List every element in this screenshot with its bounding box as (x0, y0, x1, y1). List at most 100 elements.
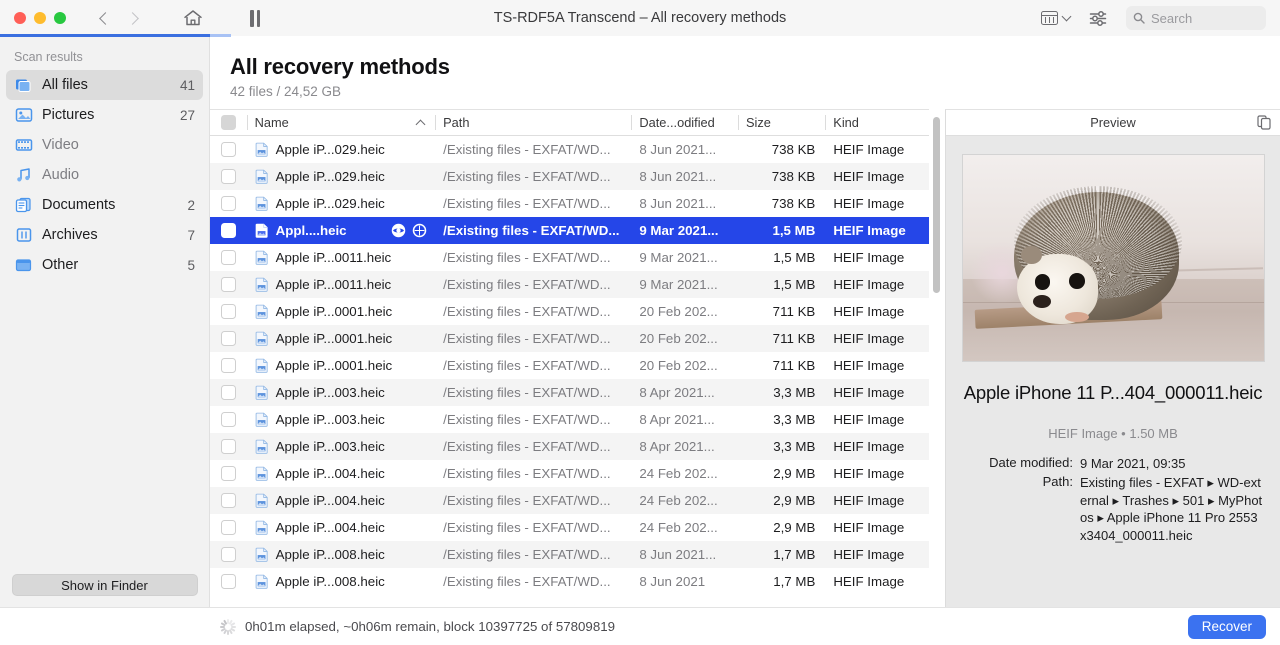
search-placeholder: Search (1151, 10, 1193, 26)
row-actions (383, 223, 427, 238)
minimize-button[interactable] (34, 12, 46, 24)
cell-size: 711 KB (772, 358, 816, 373)
table-row[interactable]: Apple iP...029.heic/Existing files - EXF… (210, 136, 929, 163)
sidebar-item-all-files[interactable]: All files 41 (6, 70, 203, 100)
view-options-button[interactable] (1033, 5, 1078, 31)
cell-date-modified: 20 Feb 202... (639, 331, 718, 346)
table-row[interactable]: Apple iP...0001.heic/Existing files - EX… (210, 352, 929, 379)
cell-date-modified: 8 Jun 2021 (639, 574, 706, 589)
checkbox-icon (220, 547, 236, 562)
column-header-date-modified[interactable]: Date...odified (631, 110, 738, 135)
file-name: Apple iP...004.heic (275, 466, 385, 481)
sidebar-item-video[interactable]: Video (6, 130, 203, 160)
target-icon[interactable] (412, 223, 427, 238)
row-checkbox[interactable] (210, 493, 247, 508)
table-row[interactable]: Apple iP...029.heic/Existing files - EXF… (210, 163, 929, 190)
filters-button[interactable] (1078, 5, 1118, 31)
column-label: Path (443, 115, 470, 130)
cell-date-modified: 20 Feb 202... (639, 304, 718, 319)
sidebar-item-other[interactable]: Other 5 (6, 250, 203, 280)
cell-kind: HEIF Image (833, 142, 905, 157)
close-button[interactable] (14, 12, 26, 24)
table-row[interactable]: Appl....heic /Existing files - EXFAT/WD.… (210, 217, 929, 244)
table-row[interactable]: Apple iP...008.heic/Existing files - EXF… (210, 541, 929, 568)
table-row[interactable]: Apple iP...0001.heic/Existing files - EX… (210, 325, 929, 352)
show-in-finder-button[interactable]: Show in Finder (11, 574, 198, 596)
cell-date-modified: 9 Mar 2021... (639, 223, 719, 238)
cell-size: 2,9 MB (773, 493, 816, 508)
back-button[interactable] (90, 5, 118, 31)
heif-file-icon (255, 277, 268, 292)
checkbox-icon (220, 439, 236, 454)
file-name: Apple iP...004.heic (275, 493, 385, 508)
recover-button[interactable]: Recover (1187, 614, 1266, 639)
row-checkbox[interactable] (210, 574, 247, 589)
table-row[interactable]: Apple iP...0011.heic/Existing files - EX… (210, 244, 929, 271)
cell-kind: HEIF Image (833, 412, 905, 427)
cell-date-modified: 8 Jun 2021... (639, 169, 717, 184)
sidebar-item-pictures[interactable]: Pictures 27 (6, 100, 203, 130)
row-checkbox[interactable] (210, 547, 247, 562)
table-row[interactable]: Apple iP...003.heic/Existing files - EXF… (210, 433, 929, 460)
cell-kind: HEIF Image (833, 466, 905, 481)
row-checkbox[interactable] (210, 277, 247, 292)
cell-name: Apple iP...003.heic (247, 385, 436, 400)
heif-file-icon (255, 142, 268, 157)
maximize-button[interactable] (54, 12, 66, 24)
cell-size: 738 KB (771, 142, 816, 157)
search-field[interactable]: Search (1126, 6, 1266, 30)
table-row[interactable]: Apple iP...004.heic/Existing files - EXF… (210, 460, 929, 487)
sidebar-item-documents[interactable]: Documents 2 (6, 190, 203, 220)
row-checkbox[interactable] (210, 520, 247, 535)
cell-path: /Existing files - EXFAT/WD... (443, 520, 611, 535)
table-body[interactable]: Apple iP...029.heic/Existing files - EXF… (210, 136, 929, 607)
cell-kind: HEIF Image (833, 358, 905, 373)
table-row[interactable]: Apple iP...0001.heic/Existing files - EX… (210, 298, 929, 325)
table-row[interactable]: Apple iP...029.heic/Existing files - EXF… (210, 190, 929, 217)
eye-icon[interactable] (391, 223, 406, 238)
row-checkbox[interactable] (210, 358, 247, 373)
pause-button[interactable] (240, 5, 270, 31)
table-row[interactable]: Apple iP...0011.heic/Existing files - EX… (210, 271, 929, 298)
sliders-icon (1089, 11, 1107, 26)
table-row[interactable]: Apple iP...003.heic/Existing files - EXF… (210, 406, 929, 433)
column-header-name[interactable]: Name (246, 110, 436, 135)
row-checkbox[interactable] (210, 412, 247, 427)
row-checkbox[interactable] (210, 169, 247, 184)
column-label: Kind (833, 115, 859, 130)
row-checkbox[interactable] (210, 385, 247, 400)
select-all-checkbox[interactable] (210, 110, 247, 135)
table-row[interactable]: Apple iP...008.heic/Existing files - EXF… (210, 568, 929, 595)
sidebar-item-archives[interactable]: Archives 7 (6, 220, 203, 250)
row-checkbox[interactable] (210, 331, 247, 346)
row-checkbox[interactable] (210, 223, 247, 238)
cell-name: Apple iP...004.heic (247, 466, 436, 481)
sidebar-item-audio[interactable]: Audio (6, 160, 203, 190)
column-header-kind[interactable]: Kind (825, 110, 929, 135)
table-row[interactable]: Apple iP...004.heic/Existing files - EXF… (210, 514, 929, 541)
table-row[interactable]: Apple iP...003.heic/Existing files - EXF… (210, 379, 929, 406)
column-header-size[interactable]: Size (737, 110, 825, 135)
cell-path: /Existing files - EXFAT/WD... (443, 169, 611, 184)
row-checkbox[interactable] (210, 250, 247, 265)
row-checkbox[interactable] (210, 196, 247, 211)
cell-name: Apple iP...0001.heic (247, 358, 436, 373)
row-checkbox[interactable] (210, 142, 247, 157)
column-header-path[interactable]: Path (435, 110, 631, 135)
scrollbar-thumb[interactable] (933, 117, 940, 293)
file-name: Apple iP...003.heic (275, 439, 385, 454)
row-checkbox[interactable] (210, 304, 247, 319)
home-button[interactable] (178, 5, 208, 31)
cell-name: Apple iP...008.heic (247, 547, 436, 562)
window-body: Scan results All files 41 Pictures 27 Vi… (0, 36, 1280, 607)
page-title: All recovery methods (230, 54, 450, 79)
file-table: Name Path Date...odified Size Kind Apple… (210, 109, 929, 607)
forward-button[interactable] (120, 5, 148, 31)
copy-button[interactable] (1257, 115, 1271, 133)
row-checkbox[interactable] (210, 466, 247, 481)
table-row[interactable]: Apple iP...004.heic/Existing files - EXF… (210, 487, 929, 514)
row-checkbox[interactable] (210, 439, 247, 454)
cell-size: 711 KB (772, 304, 816, 319)
cell-name: Apple iP...004.heic (247, 493, 436, 508)
table-scrollbar[interactable] (929, 109, 945, 607)
